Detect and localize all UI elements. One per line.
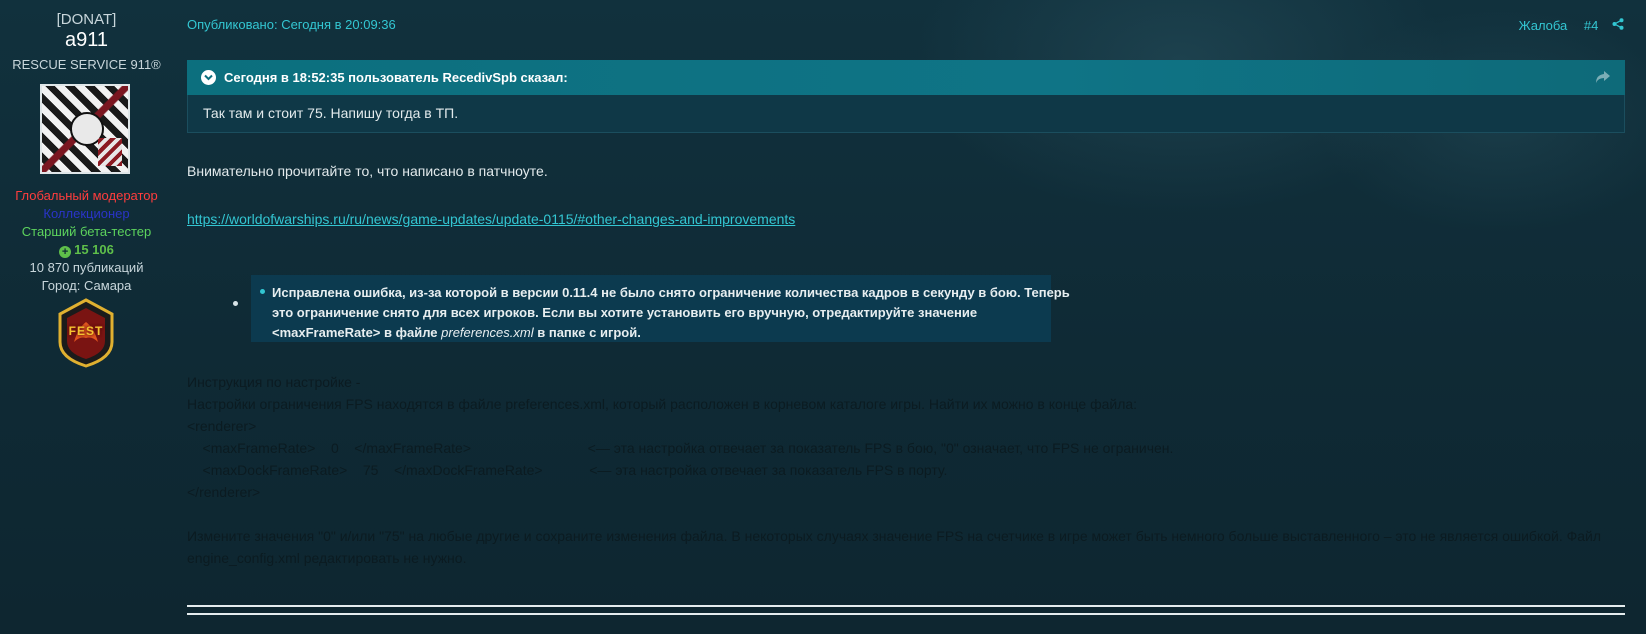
post-number-link[interactable]: #4 (1584, 18, 1598, 33)
patch-note-quote: Исправлена ошибка, из-за которой в верси… (251, 275, 1070, 343)
patch-note-line: это ограничение снято для всех игроков. … (272, 305, 978, 320)
reputation-value: 15 106 (74, 242, 114, 257)
patch-note-text: <maxFrameRate> в файле (272, 325, 442, 340)
instructions-line: <maxDockFrameRate> 75 </maxDockFrameRate… (187, 462, 948, 478)
instructions-title: Инструкция по настройке - (187, 374, 361, 390)
instructions-line: </renderer> (187, 484, 261, 500)
divider (187, 613, 1625, 615)
instructions-line: Настройки ограничения FPS находятся в фа… (187, 396, 1138, 412)
list-bullet (233, 301, 238, 306)
patchnote-link[interactable]: https://worldofwarships.ru/ru/news/game-… (187, 211, 795, 227)
role-beta-tester: Старший бета-тестер (21, 224, 152, 239)
role-global-moderator: Глобальный модератор (15, 188, 158, 203)
author-username[interactable]: a911 (0, 29, 173, 52)
post-tools: Жалоба #4 (1519, 17, 1624, 33)
final-paragraph: engine_config.xml редактировать не нужно… (187, 550, 467, 566)
post-published-date[interactable]: Опубликовано: Сегодня в 20:09:36 (187, 17, 396, 32)
fest-badge-icon: FEST (56, 298, 116, 368)
patch-note-text: в папке с игрой. (533, 325, 641, 340)
instructions-line: <maxFrameRate> 0 </maxFrameRate> <— эта … (187, 440, 1174, 456)
plus-circle-icon: + (59, 246, 72, 258)
avatar[interactable] (40, 84, 130, 174)
list-bullet (260, 289, 265, 294)
share-icon[interactable] (1612, 18, 1624, 33)
report-link[interactable]: Жалоба (1519, 18, 1568, 33)
divider (187, 605, 1625, 607)
avatar-pattern (98, 138, 122, 166)
patch-note-filename: preferences.xml (441, 325, 534, 340)
post-count: 10 870 публикаций (29, 260, 144, 275)
quote-block: Сегодня в 18:52:35 пользователь RecedivS… (187, 60, 1625, 133)
quote-citation: Сегодня в 18:52:35 пользователь RecedivS… (224, 70, 568, 85)
author-clan: RESCUE SERVICE 911® (12, 57, 161, 72)
badge-text: FEST (68, 324, 104, 338)
reputation: +15 106 (0, 242, 173, 258)
quote-body: Так там и стоит 75. Напишу тогда в ТП. (187, 95, 1625, 133)
patch-note-line: <maxFrameRate> в файле preferences.xml в… (272, 323, 1043, 343)
reply-arrow-icon[interactable] (1595, 70, 1611, 84)
author-group-tag: [DONAT] (56, 11, 117, 28)
final-paragraph: Измените значения "0" и/или "75" на любы… (187, 528, 1602, 544)
chevron-down-icon[interactable] (201, 70, 216, 85)
instructions-line: <renderer> (187, 418, 257, 434)
post-paragraph: Внимательно прочитайте то, что написано … (187, 163, 548, 179)
author-city: Город: Самара (41, 278, 132, 293)
patch-note-line: Исправлена ошибка, из-за которой в верси… (272, 285, 1070, 300)
quote-header: Сегодня в 18:52:35 пользователь RecedivS… (187, 60, 1625, 95)
role-collector: Коллекционер (43, 206, 130, 221)
